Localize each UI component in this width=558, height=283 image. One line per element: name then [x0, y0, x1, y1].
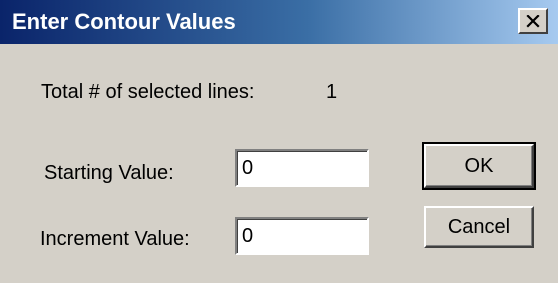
- enter-contour-values-dialog: Enter Contour Values Total # of selected…: [0, 0, 558, 283]
- starting-value-label: Starting Value:: [44, 162, 174, 184]
- starting-value-field-frame: [235, 149, 369, 187]
- cancel-button[interactable]: Cancel: [424, 206, 534, 248]
- total-selected-lines-label: Total # of selected lines:: [41, 81, 255, 103]
- increment-value-input[interactable]: [240, 221, 364, 251]
- increment-value-field-frame: [235, 217, 369, 255]
- starting-value-input[interactable]: [240, 153, 364, 183]
- title-bar[interactable]: Enter Contour Values: [0, 0, 558, 44]
- ok-button[interactable]: OK: [422, 142, 536, 190]
- total-selected-lines-value: 1: [326, 81, 338, 103]
- increment-value-label: Increment Value:: [40, 228, 190, 250]
- close-button[interactable]: [518, 8, 548, 34]
- dialog-title: Enter Contour Values: [12, 9, 236, 34]
- close-icon: [526, 14, 540, 28]
